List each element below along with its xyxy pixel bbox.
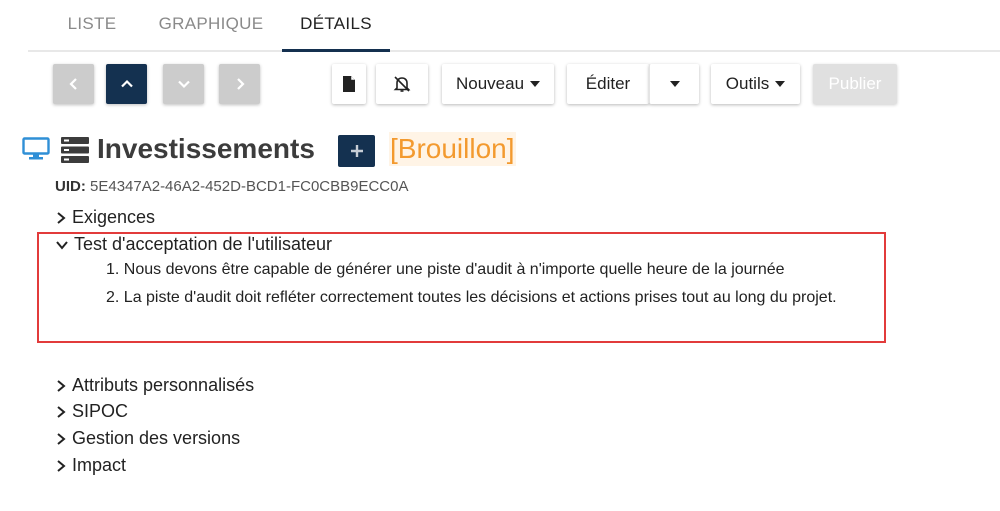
caret-down-icon (775, 81, 786, 87)
section-label: Test d'acceptation de l'utilisateur (74, 234, 333, 254)
server-icon (61, 137, 89, 163)
uid-label: UID: (55, 178, 86, 195)
chevron-right-icon (57, 379, 66, 392)
chevron-right-icon (57, 405, 66, 418)
publish-button[interactable]: Publier (813, 64, 897, 104)
caret-down-icon (669, 81, 680, 87)
section-label: Attributs personnalisés (72, 375, 255, 395)
publish-label: Publier (828, 74, 882, 93)
page-title: Investissements (97, 133, 315, 164)
section-label: SIPOC (72, 401, 129, 421)
section-sipoc[interactable]: SIPOC (55, 401, 128, 422)
document-icon (343, 76, 355, 92)
add-button[interactable] (338, 135, 375, 167)
chevron-down-icon (177, 80, 190, 89)
plus-icon (350, 145, 363, 157)
section-label: Gestion des versions (72, 428, 241, 448)
list-item: 1. Nous devons être capable de générer u… (106, 261, 785, 278)
tools-dropdown-button[interactable]: Outils (711, 64, 800, 104)
tab-liste[interactable]: LISTE (56, 0, 128, 50)
tab-bar: LISTE GRAPHIQUE DÉTAILS (28, 0, 1000, 52)
chevron-left-icon (68, 78, 77, 90)
uid-value: 5E4347A2-46A2-452D-BCD1-FC0CBB9ECC0A (90, 178, 409, 195)
new-dropdown-button[interactable]: Nouveau (442, 64, 554, 104)
list-item: 2. La piste d'audit doit refléter correc… (106, 289, 837, 306)
chevron-right-icon (57, 211, 66, 224)
previous-button[interactable] (53, 64, 94, 104)
section-versions[interactable]: Gestion des versions (55, 428, 240, 449)
bell-off-icon (393, 76, 411, 92)
section-uat[interactable]: Test d'acceptation de l'utilisateur (55, 234, 332, 255)
tab-details[interactable]: DÉTAILS (282, 0, 390, 52)
edit-label: Éditer (585, 74, 631, 93)
document-button[interactable] (332, 64, 366, 104)
chevron-down-icon (56, 240, 68, 250)
edit-dropdown-toggle[interactable] (649, 64, 699, 104)
chevron-right-icon (57, 459, 66, 472)
chevron-up-icon (120, 79, 133, 88)
title-row: Investissements [Brouillon] (20, 132, 720, 168)
chevron-right-icon (236, 78, 245, 90)
section-exigences[interactable]: Exigences (55, 207, 155, 228)
section-impact[interactable]: Impact (55, 455, 126, 476)
section-label: Impact (72, 455, 127, 475)
status-badge: [Brouillon] (389, 132, 516, 166)
section-custom-attributes[interactable]: Attributs personnalisés (55, 375, 254, 396)
caret-down-icon (530, 81, 541, 87)
section-label: Exigences (72, 207, 156, 227)
edit-button[interactable]: Éditer (567, 64, 649, 104)
move-up-button[interactable] (106, 64, 147, 104)
move-down-button[interactable] (163, 64, 204, 104)
tab-graphique[interactable]: GRAPHIQUE (149, 0, 273, 50)
next-button[interactable] (219, 64, 260, 104)
new-label: Nouveau (455, 74, 525, 93)
tools-label: Outils (725, 74, 770, 93)
notifications-toggle-button[interactable] (376, 64, 428, 104)
monitor-icon (22, 137, 50, 160)
chevron-right-icon (57, 432, 66, 445)
uid-line: UID: 5E4347A2-46A2-452D-BCD1-FC0CBB9ECC0… (55, 178, 409, 195)
